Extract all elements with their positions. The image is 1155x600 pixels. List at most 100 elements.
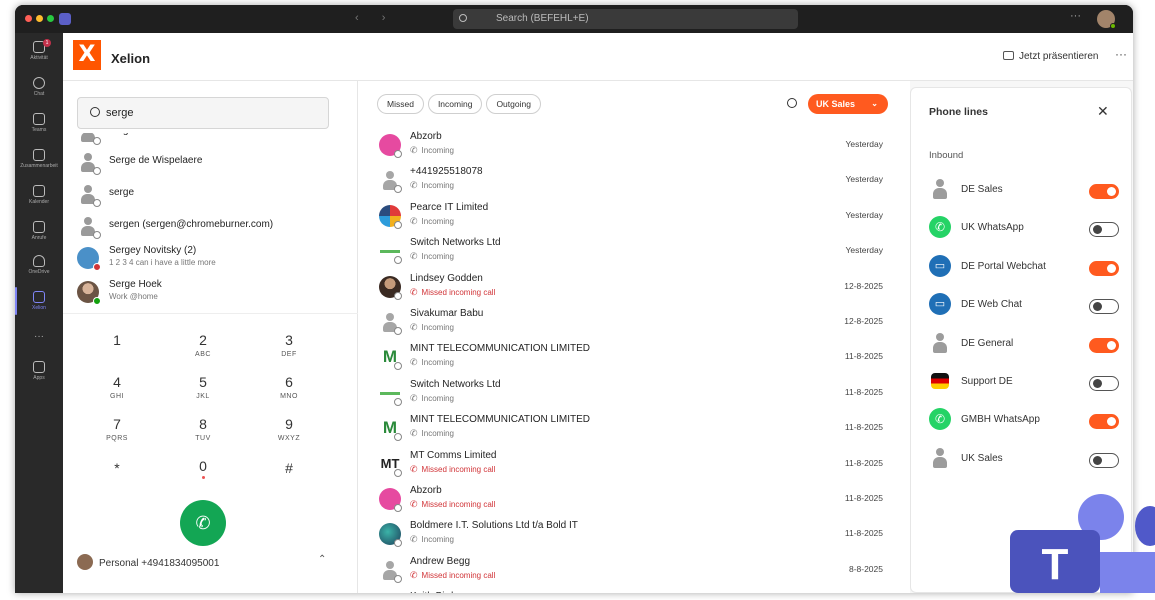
call-direction: ✆ Incoming — [410, 428, 454, 439]
status-icon — [394, 539, 402, 548]
call-row[interactable]: Andrew Begg ✆ Missed incoming call 8-8-2025 — [377, 554, 887, 589]
contact-list: serge Serge de Wispelaere serge sergen (… — [63, 133, 358, 313]
dial-key-1[interactable]: 1 — [87, 332, 147, 351]
dial-key-8[interactable]: 8 TUV — [173, 416, 233, 442]
contact-item[interactable]: sergen (sergen@chromeburner.com) — [77, 213, 347, 243]
phone-line-toggle[interactable] — [1089, 222, 1119, 238]
call-row[interactable]: M MINT TELECOMMUNICATION LIMITED ✆ Incoming… — [377, 412, 887, 447]
filter-outgoing[interactable]: Outgoing — [486, 94, 541, 114]
maximize-window-button[interactable] — [47, 15, 54, 22]
group-dropdown[interactable]: UK Sales ⌄ — [808, 94, 888, 114]
call-row[interactable]: Lindsey Godden ✆ Missed incoming call 12-8-… — [377, 271, 887, 306]
missed-call-icon: ✆ — [410, 286, 418, 297]
contact-item[interactable]: serge — [77, 181, 347, 211]
phone-line-toggle[interactable] — [1089, 452, 1119, 468]
dial-key-star[interactable]: * — [87, 460, 147, 476]
rail-item-activity[interactable]: Aktivität 1 — [15, 39, 63, 61]
dial-key-0[interactable]: 0 — [173, 458, 233, 479]
key-digit: 2 — [199, 332, 207, 348]
dial-key-9[interactable]: 9 WXYZ — [259, 416, 319, 442]
dial-key-hash[interactable]: # — [259, 460, 319, 476]
close-icon[interactable]: ✕ — [1097, 103, 1109, 120]
key-digit: 8 — [199, 416, 207, 432]
dial-key-7[interactable]: 7 PQRS — [87, 416, 147, 442]
whatsapp-icon: ✆ — [929, 408, 951, 431]
rail-item-teams[interactable]: Teams — [15, 113, 63, 133]
minimize-window-button[interactable] — [36, 15, 43, 22]
phone-line-toggle[interactable] — [1089, 414, 1119, 430]
call-row[interactable]: Abzorb ✆ Incoming Yesterday — [377, 129, 887, 164]
webchat-icon: ▭ — [929, 254, 951, 277]
call-row[interactable]: Keith Bird — [377, 589, 887, 593]
call-row[interactable]: +441925518078 ✆ Incoming Yesterday — [377, 164, 887, 199]
toggle-knob — [1093, 302, 1102, 312]
key-digit: 4 — [113, 374, 121, 390]
phone-line-toggle[interactable] — [1089, 299, 1119, 315]
dial-key-4[interactable]: 4 GHI — [87, 374, 147, 400]
call-row[interactable]: Abzorb ✆ Missed incoming call 11-8-2025 — [377, 483, 887, 518]
caller-name: +441925518078 — [410, 166, 483, 178]
phone-line-toggle[interactable] — [1089, 184, 1119, 199]
cloud-icon — [33, 255, 45, 267]
header-more-button[interactable]: ··· — [1115, 47, 1127, 61]
toggle-knob — [1093, 379, 1102, 388]
history-nav-arrows[interactable]: ‹ › — [355, 12, 395, 24]
rail-item-calls[interactable]: Anrufe — [15, 221, 63, 241]
dial-key-2[interactable]: 2 ABC — [173, 332, 233, 358]
call-row[interactable]: Pearce IT Limited ✆ Incoming Yesterday — [377, 200, 887, 235]
call-row[interactable]: Switch Networks Ltd ✆ Incoming 11-8-2025 — [377, 377, 887, 412]
personal-line-selector[interactable]: Personal +4941834095001 — [77, 554, 219, 570]
phone-line-toggle[interactable] — [1089, 337, 1119, 353]
filter-missed[interactable]: Missed — [377, 94, 424, 114]
dial-key-3[interactable]: 3 DEF — [259, 332, 319, 358]
dial-key-6[interactable]: 6 MNO — [259, 374, 319, 400]
call-filters: Missed Incoming Outgoing — [377, 94, 545, 114]
call-button[interactable]: ✆ — [180, 500, 226, 546]
contact-item[interactable]: Sergey Novitsky (2) 1 2 3 4 can i have a … — [77, 245, 347, 275]
rail-item-collab[interactable]: Zusammenarbeit — [15, 149, 63, 169]
contact-search-input[interactable]: serge — [77, 97, 329, 129]
call-direction-label: Incoming — [421, 429, 455, 439]
dial-key-5[interactable]: 5 JKL — [173, 374, 233, 400]
incoming-call-icon: ✆ — [410, 180, 418, 191]
phone-line-toggle[interactable] — [1089, 260, 1119, 276]
filter-incoming[interactable]: Incoming — [427, 94, 483, 114]
call-direction: ✆ Incoming — [410, 180, 454, 191]
call-row[interactable]: M MINT TELECOMMUNICATION LIMITED ✆ Incoming… — [377, 341, 887, 376]
calendar-icon — [33, 185, 45, 197]
phone-line-name: GMBH WhatsApp — [961, 414, 1040, 426]
call-date: Yesterday — [845, 174, 884, 185]
phone-line-toggle[interactable] — [1089, 376, 1119, 391]
status-icon — [394, 397, 402, 406]
person-icon — [929, 447, 951, 469]
microsoft-teams-logo: T — [1010, 494, 1155, 593]
toggle-knob — [1093, 225, 1102, 235]
rail-item-calendar[interactable]: Kalender — [15, 185, 63, 205]
rail-item-apps[interactable]: Apps — [15, 361, 63, 381]
rail-item-onedrive[interactable]: OneDrive — [15, 255, 63, 275]
contact-item[interactable]: Serge Hoek Work @home — [77, 279, 347, 309]
chevron-up-icon[interactable]: ⌃ — [318, 554, 326, 565]
contact-item[interactable]: Serge de Wispelaere — [77, 149, 347, 179]
call-row[interactable]: MT MT Comms Limited ✆ Missed incoming call 1… — [377, 448, 887, 483]
call-row[interactable]: Boldmere I.T. Solutions Ltd t/a Bold IT ✆… — [377, 518, 887, 553]
rail-item-chat[interactable]: Chat — [15, 77, 63, 97]
rail-item-xelion[interactable]: Xelion — [15, 291, 63, 311]
teams-app-rail: Aktivität 1 Chat Teams Zusammenarbeit Kal… — [15, 33, 63, 593]
call-direction-label: Incoming — [421, 393, 455, 403]
call-direction-label: Incoming — [421, 535, 455, 545]
german-flag-icon — [931, 373, 949, 389]
present-button[interactable]: Jetzt präsentieren — [1003, 51, 1099, 62]
call-row[interactable]: Sivakumar Babu ✆ Incoming 12-8-2025 — [377, 306, 887, 341]
titlebar-more-button[interactable]: ··· — [1070, 10, 1081, 22]
contact-item[interactable]: serge — [77, 133, 347, 149]
global-search-input[interactable]: Search (BEFEHL+E) — [453, 9, 798, 29]
status-icon — [394, 327, 402, 335]
search-icon[interactable] — [787, 98, 797, 108]
caller-name: MT Comms Limited — [410, 449, 497, 461]
call-date: Yesterday — [845, 209, 884, 220]
close-window-button[interactable] — [25, 15, 32, 22]
rail-more-apps-button[interactable]: ··· — [15, 331, 63, 342]
call-row[interactable]: Switch Networks Ltd ✆ Incoming Yesterday — [377, 235, 887, 270]
incoming-call-icon: ✆ — [410, 215, 418, 226]
